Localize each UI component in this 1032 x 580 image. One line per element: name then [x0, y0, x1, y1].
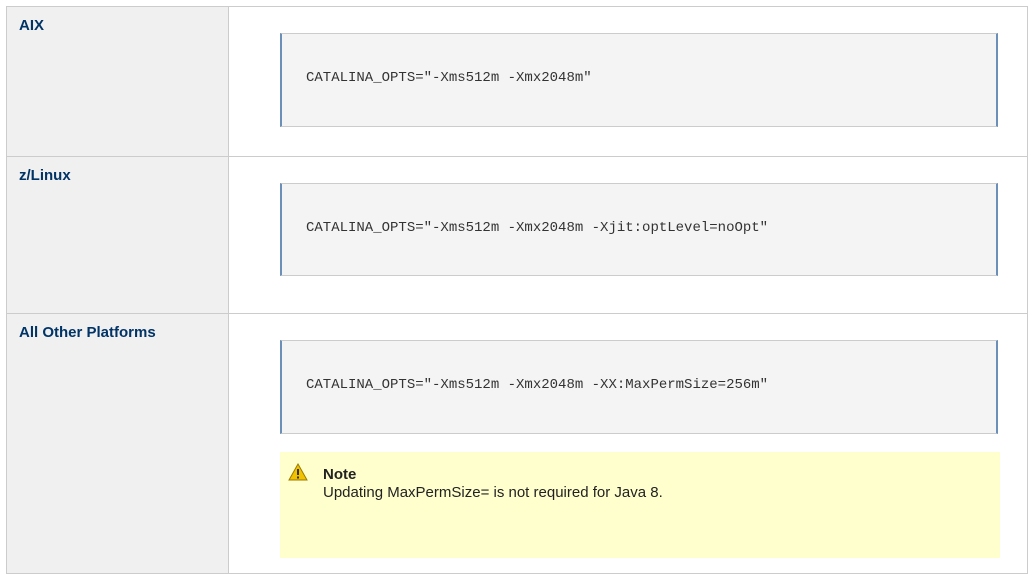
warning-icon: [288, 463, 308, 481]
row-content-cell: CATALINA_OPTS="-Xms512m -Xmx2048m -Xjit:…: [228, 156, 1028, 314]
row-header-cell: All Other Platforms: [6, 313, 229, 574]
table-row-zlinux: z/Linux CATALINA_OPTS="-Xms512m -Xmx2048…: [6, 156, 1028, 314]
platform-label-other: All Other Platforms: [19, 324, 156, 341]
table-row-other-platforms: All Other Platforms CATALINA_OPTS="-Xms5…: [6, 313, 1028, 574]
row-header-cell: z/Linux: [6, 156, 229, 314]
row-content-cell: CATALINA_OPTS="-Xms512m -Xmx2048m": [228, 6, 1028, 157]
table-row-aix: AIX CATALINA_OPTS="-Xms512m -Xmx2048m": [6, 6, 1028, 157]
row-content-cell: CATALINA_OPTS="-Xms512m -Xmx2048m -XX:Ma…: [228, 313, 1028, 574]
page: AIX CATALINA_OPTS="-Xms512m -Xmx2048m" z…: [0, 0, 1032, 580]
code-block-aix: CATALINA_OPTS="-Xms512m -Xmx2048m": [280, 33, 998, 127]
note-box: Note Updating MaxPermSize= is not requir…: [280, 452, 1000, 558]
code-block-other: CATALINA_OPTS="-Xms512m -Xmx2048m -XX:Ma…: [280, 340, 998, 434]
note-title: Note: [323, 466, 357, 483]
platform-label-aix: AIX: [19, 17, 45, 34]
code-block-zlinux: CATALINA_OPTS="-Xms512m -Xmx2048m -Xjit:…: [280, 183, 998, 276]
platform-label-zlinux: z/Linux: [19, 167, 71, 184]
platform-options-table: AIX CATALINA_OPTS="-Xms512m -Xmx2048m" z…: [6, 6, 1028, 574]
row-header-cell: AIX: [6, 6, 229, 157]
note-text: Updating MaxPermSize= is not required fo…: [323, 484, 663, 501]
